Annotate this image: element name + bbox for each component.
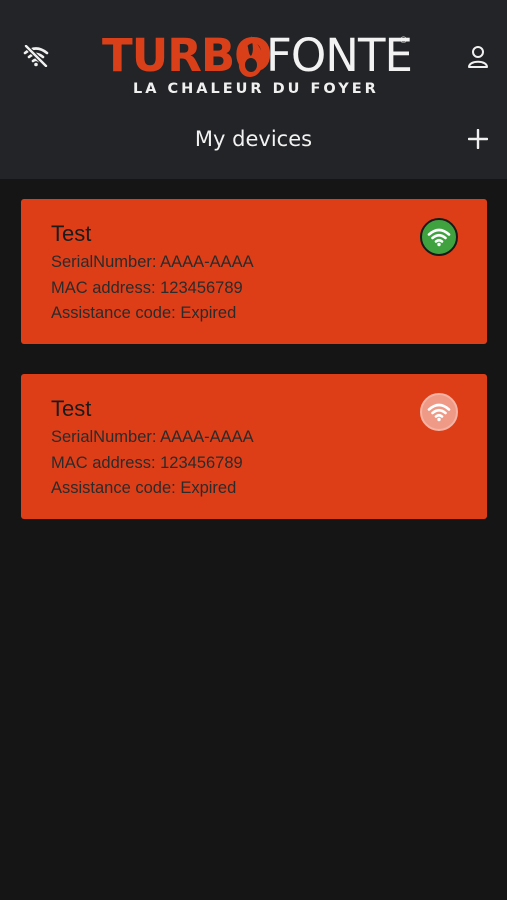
logo-registered-mark: ®	[399, 36, 408, 46]
device-offline-status	[420, 393, 458, 431]
device-online-status	[420, 218, 458, 256]
device-name: Test	[51, 396, 92, 421]
device-card[interactable]: Test SerialNumber: AAAA-AAAA MAC address…	[21, 374, 487, 519]
wifi-icon	[427, 228, 451, 247]
wifi-icon	[427, 403, 451, 422]
page-title: My devices	[194, 127, 313, 151]
connection-status-button[interactable]	[16, 40, 56, 72]
wifi-off-icon	[23, 45, 49, 67]
device-name: Test	[51, 221, 92, 246]
logo-brand-part2: FONTE	[266, 29, 413, 82]
turbofonte-logo: TURBO FONTE ® LA CHALEUR DU FOYER	[100, 29, 413, 100]
plus-icon	[468, 129, 488, 149]
logo-tagline: LA CHALEUR DU FOYER	[133, 81, 379, 97]
device-assistance-code: Assistance code: Expired	[51, 479, 237, 497]
device-card[interactable]: Test SerialNumber: AAAA-AAAA MAC address…	[21, 199, 487, 344]
device-assistance-code: Assistance code: Expired	[51, 304, 237, 322]
add-device-button[interactable]	[458, 122, 498, 156]
device-serial-number: SerialNumber: AAAA-AAAA	[51, 253, 254, 271]
device-mac-address: MAC address: 123456789	[51, 279, 243, 297]
app-header: TURBO FONTE ® LA CHALEUR DU FOYER My dev…	[0, 0, 507, 179]
device-mac-address: MAC address: 123456789	[51, 454, 243, 472]
account-button[interactable]	[458, 40, 498, 74]
flame-icon	[238, 36, 264, 77]
user-icon	[468, 46, 488, 68]
device-serial-number: SerialNumber: AAAA-AAAA	[51, 428, 254, 446]
